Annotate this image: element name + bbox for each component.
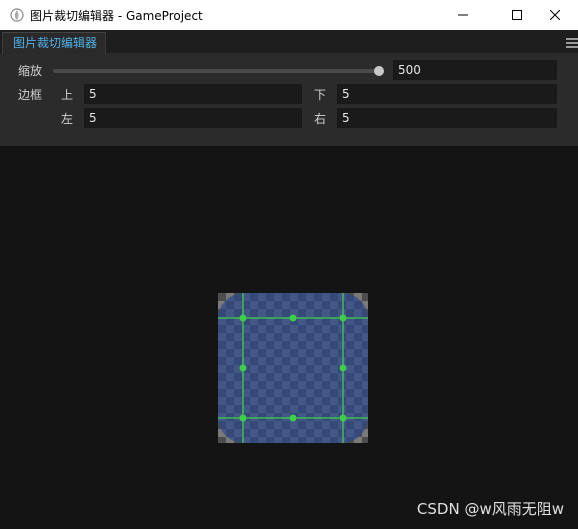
handle-right[interactable] (339, 364, 347, 372)
sprite-preview (218, 293, 368, 443)
handle-top[interactable] (289, 314, 297, 322)
tab-label: 图片裁切编辑器 (13, 36, 98, 50)
settings-panel: 缩放 500 边框 上 5 下 5 左 5 右 5 (0, 54, 578, 146)
handle-top-right[interactable] (339, 314, 347, 322)
watermark: CSDN @w风雨无阻w (416, 500, 564, 518)
handle-left[interactable] (239, 364, 247, 372)
handle-bottom-left[interactable] (239, 414, 247, 422)
zoom-slider-track[interactable] (53, 69, 379, 73)
window-title: 图片裁切编辑器 - GameProject (30, 9, 203, 23)
tab-image-crop-editor[interactable]: 图片裁切编辑器 (2, 32, 106, 54)
maximize-icon (512, 10, 522, 20)
border-right-input[interactable]: 5 (337, 108, 557, 128)
border-right-label: 右 (314, 112, 327, 126)
zoom-slider-handle[interactable] (374, 66, 384, 76)
handle-bottom[interactable] (289, 414, 297, 422)
border-bottom-label: 下 (314, 88, 327, 102)
close-button[interactable] (532, 0, 578, 30)
minimize-icon (458, 14, 468, 16)
border-left-label: 左 (61, 112, 74, 126)
tab-bar: 图片裁切编辑器 (0, 30, 578, 54)
border-top-label: 上 (61, 88, 74, 102)
close-icon (550, 10, 560, 20)
preview-canvas[interactable] (0, 146, 578, 529)
zoom-value-input[interactable]: 500 (393, 60, 557, 80)
handle-top-left[interactable] (239, 314, 247, 322)
border-left-input[interactable]: 5 (84, 108, 302, 128)
app-icon (10, 8, 24, 22)
minimize-button[interactable] (440, 0, 486, 30)
border-top-input[interactable]: 5 (84, 84, 302, 104)
title-bar[interactable]: 图片裁切编辑器 - GameProject (0, 0, 578, 30)
border-label: 边框 (18, 88, 43, 102)
border-bottom-input[interactable]: 5 (337, 84, 557, 104)
panel-menu-icon[interactable] (566, 38, 578, 48)
zoom-label: 缩放 (18, 64, 43, 78)
handle-bottom-right[interactable] (339, 414, 347, 422)
